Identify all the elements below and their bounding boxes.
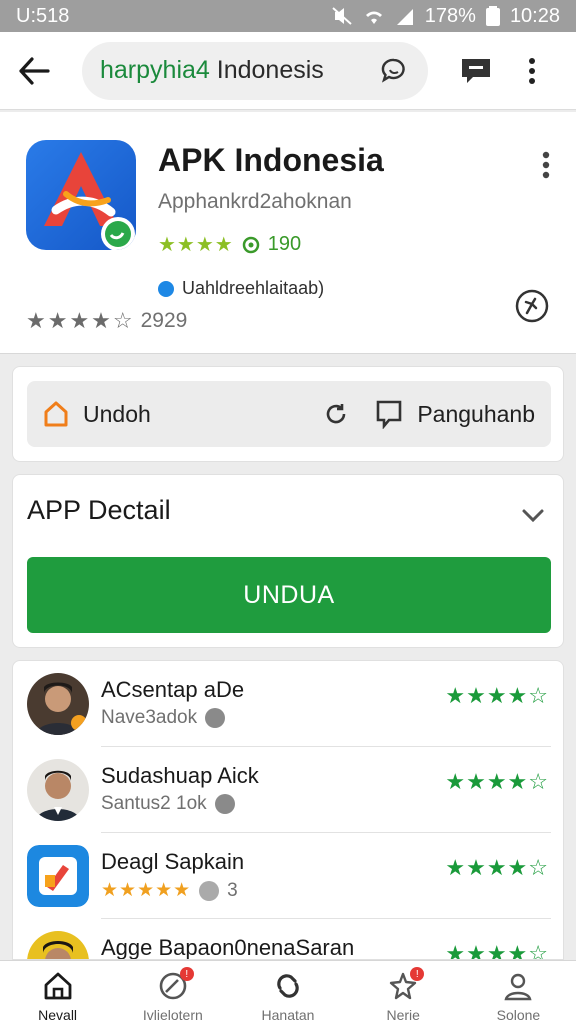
rating-count: 190 <box>267 233 302 255</box>
install-action-label: Undoh <box>83 400 151 427</box>
total-rating-row: ★★★★☆ 2929 <box>26 308 187 334</box>
chevron-down-icon[interactable] <box>519 501 547 529</box>
top-bar: harpyhia4 Indonesis <box>0 32 576 110</box>
nav-notifications[interactable]: ! Ivlielotern <box>115 961 230 1024</box>
verified-icon <box>158 280 174 297</box>
app-header-card: APK Indonesia Apphankrd2ahoknan ★★★★ 190… <box>0 112 576 354</box>
nav-profile[interactable]: Solone <box>461 961 576 1024</box>
link-icon <box>271 969 305 1003</box>
status-time-left: U:518 <box>16 4 70 27</box>
star-burst-icon: ! <box>386 967 425 1003</box>
nav-label: Nerie <box>386 1007 420 1023</box>
person-icon <box>501 969 535 1003</box>
status-bar: U:518 178% 10:28 <box>0 0 576 32</box>
nav-home[interactable]: Nevall <box>0 961 115 1024</box>
nav-label: Nevall <box>38 1007 78 1023</box>
award-icon <box>242 236 259 253</box>
developer-row: Uahldreehlaitaab) <box>158 278 324 299</box>
search-input[interactable]: harpyhia4 Indonesis <box>82 41 428 100</box>
notification-badge: ! <box>179 967 194 981</box>
nav-label: Ivlielotern <box>142 1007 203 1023</box>
app-title: APK Indonesia <box>158 142 384 178</box>
refresh-icon[interactable] <box>323 401 349 427</box>
reviewer-name: Agge Bapaon0nenaSaran <box>101 935 355 960</box>
reviewer-meta-text: 3 <box>227 879 238 901</box>
wifi-icon <box>365 11 382 24</box>
app-avatar <box>27 845 89 907</box>
app-rating-row: ★★★★ 190 <box>158 232 301 257</box>
review-list: ACsentap aDe Nave3adok ★★★★☆ Sudashuap A… <box>12 660 564 960</box>
nav-updates[interactable]: ! Nerie <box>346 961 461 1024</box>
send-icon <box>214 794 235 814</box>
reviewer-name: Sudashuap Aick <box>101 763 259 788</box>
review-stars: ★★★★☆ <box>445 769 549 794</box>
battery-percent: 178% <box>424 4 476 27</box>
app-detail-title: APP Dectail <box>27 495 171 525</box>
list-item[interactable]: Deagl Sapkain ★★★★★ 3 ★★★★☆ <box>13 833 563 919</box>
list-item[interactable]: Agge Bapaon0nenaSaran ★★★★☆ <box>13 919 563 960</box>
reviewer-meta: Nave3adok <box>101 707 226 729</box>
search-query-prefix: harpyhia4 <box>100 56 210 84</box>
notification-badge: ! <box>410 967 425 981</box>
battery-icon <box>485 6 500 26</box>
total-rating-count: 2929 <box>140 309 188 332</box>
share-action[interactable]: Panguhanb <box>375 399 535 429</box>
rating-stars: ★★★★ <box>158 234 234 256</box>
gift-icon <box>199 880 220 901</box>
nav-label: Hanatan <box>261 1007 315 1023</box>
reviewer-name: ACsentap aDe <box>101 677 245 702</box>
list-item[interactable]: Sudashuap Aick Santus2 1ok ★★★★☆ <box>13 747 563 833</box>
reviewer-meta-text: Nave3adok <box>101 707 198 728</box>
back-arrow-icon[interactable] <box>14 51 54 91</box>
review-stars: ★★★★☆ <box>445 683 549 708</box>
avatar <box>27 759 89 821</box>
mute-icon <box>332 7 352 25</box>
run-icon[interactable] <box>514 288 550 324</box>
home-outline-icon <box>44 401 68 427</box>
nav-explore[interactable]: Hanatan <box>230 961 345 1024</box>
app-subtitle: Apphankrd2ahoknan <box>158 190 352 213</box>
actions-card: Undoh Panguhanb <box>12 366 564 462</box>
install-action[interactable]: Undoh <box>43 400 323 428</box>
home-icon <box>41 969 75 1003</box>
app-detail-card: APP Dectail UNDUA <box>12 474 564 648</box>
status-time-right: 10:28 <box>509 4 560 27</box>
download-button[interactable]: UNDUA <box>27 557 551 633</box>
voice-chat-icon[interactable] <box>374 51 414 91</box>
nav-label: Solone <box>496 1007 541 1023</box>
actions-bar: Undoh Panguhanb <box>27 381 551 447</box>
signal-icon <box>396 9 413 25</box>
reviewer-meta: Santus2 1ok <box>101 793 235 815</box>
total-rating-stars: ★★★★☆ <box>26 308 135 333</box>
overflow-menu-icon[interactable] <box>512 51 552 91</box>
orange-stars: ★★★★★ <box>101 880 192 901</box>
pin-icon: ! <box>156 967 194 1003</box>
card-more-icon[interactable] <box>536 150 556 180</box>
list-item[interactable]: ACsentap aDe Nave3adok ★★★★☆ <box>13 661 563 747</box>
search-query: harpyhia4 Indonesis <box>100 56 374 85</box>
chat-bubble-icon <box>377 400 402 429</box>
review-stars: ★★★★☆ <box>445 855 549 880</box>
status-icons: 178% 10:28 <box>331 5 560 28</box>
developer-name[interactable]: Uahldreehlaitaab) <box>182 278 324 299</box>
message-icon[interactable] <box>456 51 496 91</box>
bottom-navigation: Nevall ! Ivlielotern Hanatan ! Nerie Sol… <box>0 960 576 1024</box>
reviewer-name: Deagl Sapkain <box>101 849 245 874</box>
share-action-label: Panguhanb <box>417 400 535 427</box>
send-icon <box>205 708 226 728</box>
review-stars: ★★★★☆ <box>445 941 549 960</box>
reviewer-meta: ★★★★★ 3 <box>101 879 238 902</box>
reviewer-meta-text: Santus2 1ok <box>101 793 207 814</box>
search-query-suffix: Indonesis <box>209 56 324 84</box>
app-logo <box>26 140 136 250</box>
avatar <box>27 673 89 735</box>
avatar <box>27 931 89 959</box>
